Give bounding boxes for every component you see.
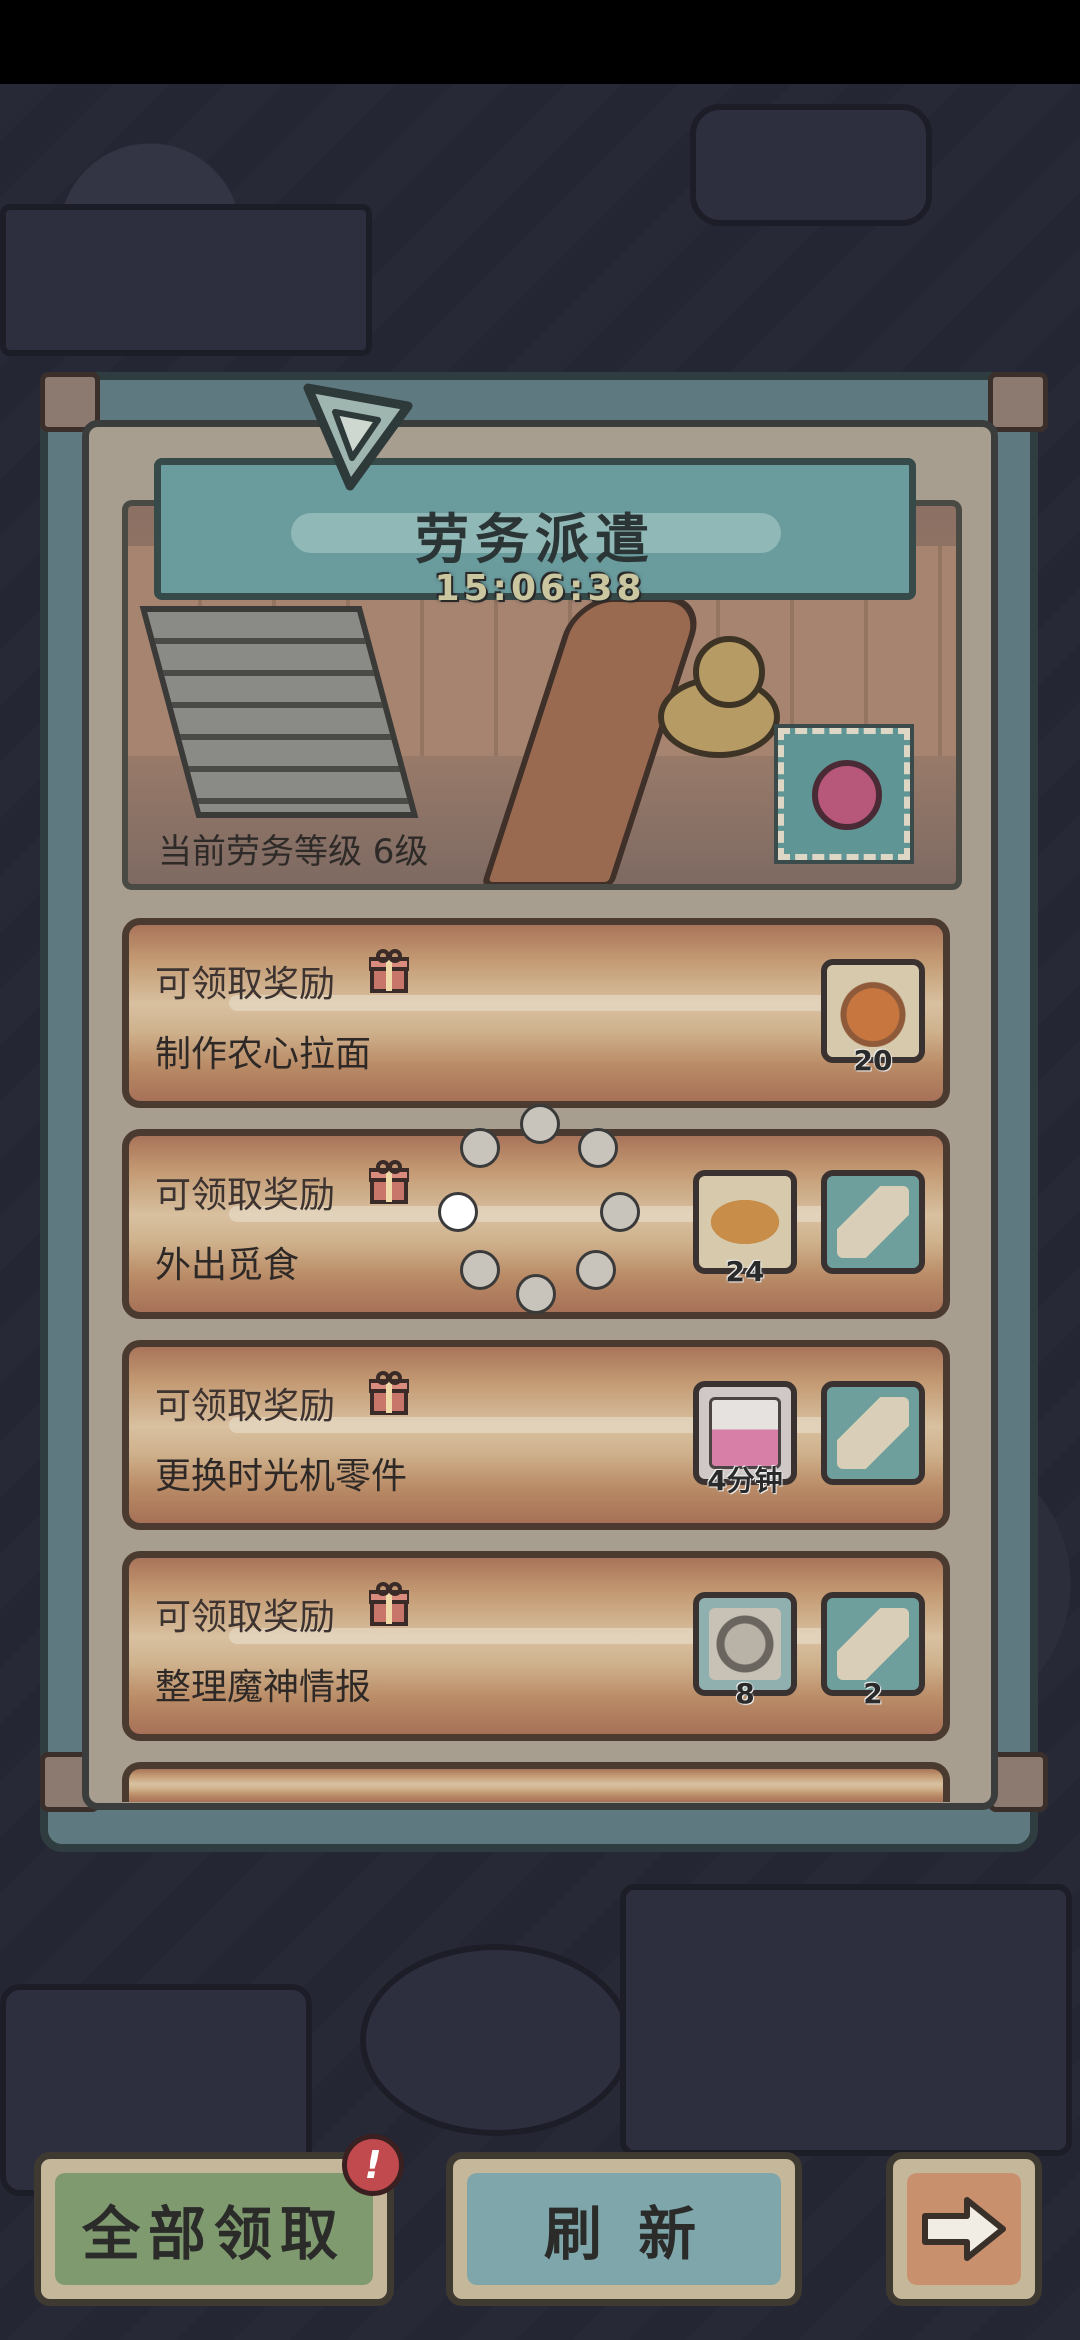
labor-level-text: 当前劳务等级 6级: [158, 832, 429, 872]
refresh-button[interactable]: 刷 新: [446, 2152, 802, 2306]
reward-slot[interactable]: 24: [693, 1170, 797, 1288]
duck-head: [693, 636, 765, 708]
spinner-dot: [516, 1274, 556, 1314]
reward-slot[interactable]: 8: [693, 1592, 797, 1710]
panel-corner: [988, 372, 1048, 432]
reward-quantity: 24: [725, 1255, 765, 1288]
task-card[interactable]: 可领取奖励 制作农心拉面 20: [122, 918, 950, 1108]
gift-icon: [369, 1160, 409, 1204]
pacifier-icon: [812, 760, 882, 830]
page-title: 劳务派遣: [415, 508, 655, 571]
task-name: 整理魔神情报: [155, 1667, 372, 1708]
reward-slot[interactable]: 4分钟: [693, 1381, 797, 1497]
task-status: 可领取奖励: [155, 964, 336, 1005]
spinner-dot: [460, 1128, 500, 1168]
triangle-emblem-icon: [303, 383, 413, 491]
scroll-icon: [837, 1186, 909, 1258]
task-name: 更换时光机零件: [155, 1456, 408, 1497]
next-button-face: [907, 2173, 1021, 2285]
reward-slot[interactable]: [821, 1381, 925, 1485]
reward-slot[interactable]: 2: [821, 1592, 925, 1710]
reward-quantity: 2: [863, 1677, 883, 1710]
task-status: 可领取奖励: [155, 1175, 336, 1216]
gift-icon: [369, 1582, 409, 1626]
notification-badge: !: [342, 2134, 404, 2196]
machine-part-icon: [709, 1608, 781, 1680]
taiyaki-fish-icon: [709, 1186, 781, 1258]
gift-icon: [369, 1371, 409, 1415]
reward-quantity: 4分钟: [707, 1464, 783, 1497]
claim-all-button[interactable]: 全部领取: [34, 2152, 394, 2306]
task-card[interactable]: [122, 1762, 950, 1802]
gift-icon: [369, 949, 409, 993]
scroll-icon: [837, 1397, 909, 1469]
spinner-dot: [520, 1104, 560, 1144]
scroll-icon: [837, 1608, 909, 1680]
task-name: 外出觅食: [155, 1245, 300, 1286]
task-status: 可领取奖励: [155, 1386, 336, 1427]
task-status: 可领取奖励: [155, 1597, 336, 1638]
spinner-dot: [576, 1250, 616, 1290]
task-name: 制作农心拉面: [155, 1034, 372, 1075]
spinner-dot: [438, 1192, 478, 1232]
arrow-right-icon: [922, 2197, 1006, 2261]
refresh-label: 刷 新: [467, 2173, 781, 2285]
task-card[interactable]: 可领取奖励 整理魔神情报 8 2: [122, 1551, 950, 1741]
reward-quantity: 20: [853, 1044, 893, 1077]
next-button[interactable]: [886, 2152, 1042, 2306]
spinner-dot: [460, 1250, 500, 1290]
reward-quantity: 8: [735, 1677, 755, 1710]
ramen-bowl-icon: [837, 975, 909, 1047]
claim-all-label: 全部领取: [55, 2173, 373, 2285]
spinner-dot: [600, 1192, 640, 1232]
refresh-timer: 15:06:38: [434, 568, 646, 609]
pacifier-stamp-icon[interactable]: [778, 728, 910, 860]
loading-spinner: [430, 1100, 650, 1320]
status-bar: [0, 0, 1080, 84]
task-card[interactable]: 可领取奖励 更换时光机零件 4分钟: [122, 1340, 950, 1530]
reward-slot[interactable]: [821, 1170, 925, 1274]
spinner-dot: [578, 1128, 618, 1168]
reward-slot[interactable]: 20: [821, 959, 925, 1077]
